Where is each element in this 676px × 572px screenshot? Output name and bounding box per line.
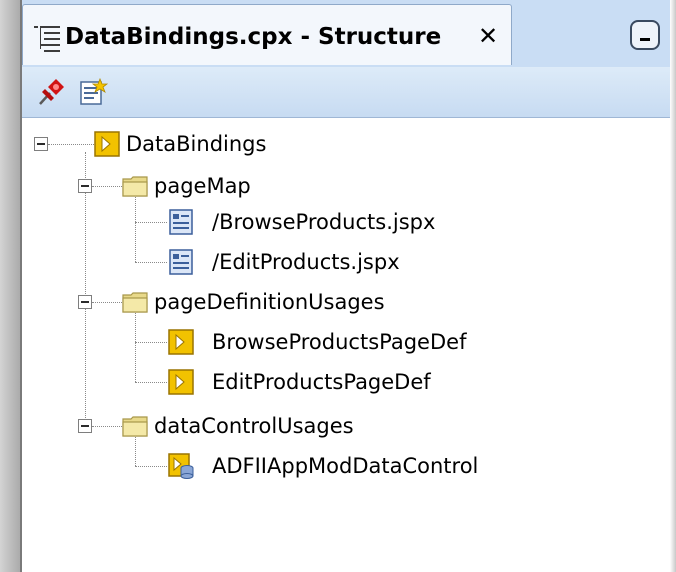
collapse-toggle-datacontrolusages[interactable] — [78, 419, 92, 433]
tree-connector — [135, 382, 167, 383]
tree-connector — [135, 310, 136, 382]
tree-item-databindings[interactable]: DataBindings — [126, 131, 266, 157]
tree-item-adfiiappmoddatacontrol[interactable]: ADFIIAppModDataControl — [212, 453, 478, 479]
tree-item-browseproductspagedef[interactable]: BrowseProductsPageDef — [212, 329, 466, 355]
tree-connector — [92, 302, 122, 303]
collapse-toggle-pagemap[interactable] — [78, 179, 92, 193]
page-icon — [169, 249, 193, 275]
pushpin-icon[interactable] — [36, 77, 66, 107]
structure-tree: DataBindings pageMap /BrowseProducts.jsp… — [22, 118, 670, 572]
folder-icon — [122, 292, 148, 313]
left-frame — [0, 0, 22, 572]
panel-header: DataBindings.cpx - Structure ✕ — [22, 0, 670, 68]
right-edge — [670, 0, 676, 572]
tree-connector — [135, 222, 167, 223]
panel-title: DataBindings.cpx - Structure — [65, 24, 442, 50]
folder-icon — [122, 176, 148, 197]
page-icon — [169, 209, 193, 235]
tree-item-editproductspagedef[interactable]: EditProductsPageDef — [212, 369, 431, 395]
tree-item-pagedefinitionusages[interactable]: pageDefinitionUsages — [154, 289, 385, 315]
tree-connector — [85, 152, 86, 430]
structure-tree-icon — [34, 26, 60, 52]
structure-tab[interactable]: DataBindings.cpx - Structure ✕ — [22, 4, 512, 65]
folder-icon — [122, 416, 148, 437]
tree-item-editproducts-jspx[interactable]: /EditProducts.jspx — [212, 249, 400, 275]
collapse-toggle-pagedefinitionusages[interactable] — [78, 295, 92, 309]
pagedef-icon — [168, 329, 194, 355]
tree-item-pagemap[interactable]: pageMap — [154, 173, 251, 199]
tree-connector — [92, 186, 122, 187]
minimize-icon[interactable] — [630, 20, 660, 50]
tree-item-browseproducts-jspx[interactable]: /BrowseProducts.jspx — [212, 209, 435, 235]
tree-connector — [135, 466, 167, 467]
tree-connector — [48, 144, 94, 145]
datacontrol-icon — [168, 453, 194, 479]
toolbar — [22, 67, 670, 118]
properties-icon[interactable] — [78, 77, 108, 107]
tree-connector — [135, 194, 136, 262]
pagedef-icon — [168, 369, 194, 395]
databindings-icon — [94, 131, 120, 157]
close-icon[interactable]: ✕ — [475, 21, 501, 51]
collapse-toggle-databindings[interactable] — [34, 137, 48, 151]
tree-connector — [135, 342, 167, 343]
tree-item-datacontrolusages[interactable]: dataControlUsages — [154, 413, 354, 439]
tree-connector — [92, 426, 122, 427]
tree-connector — [135, 262, 167, 263]
